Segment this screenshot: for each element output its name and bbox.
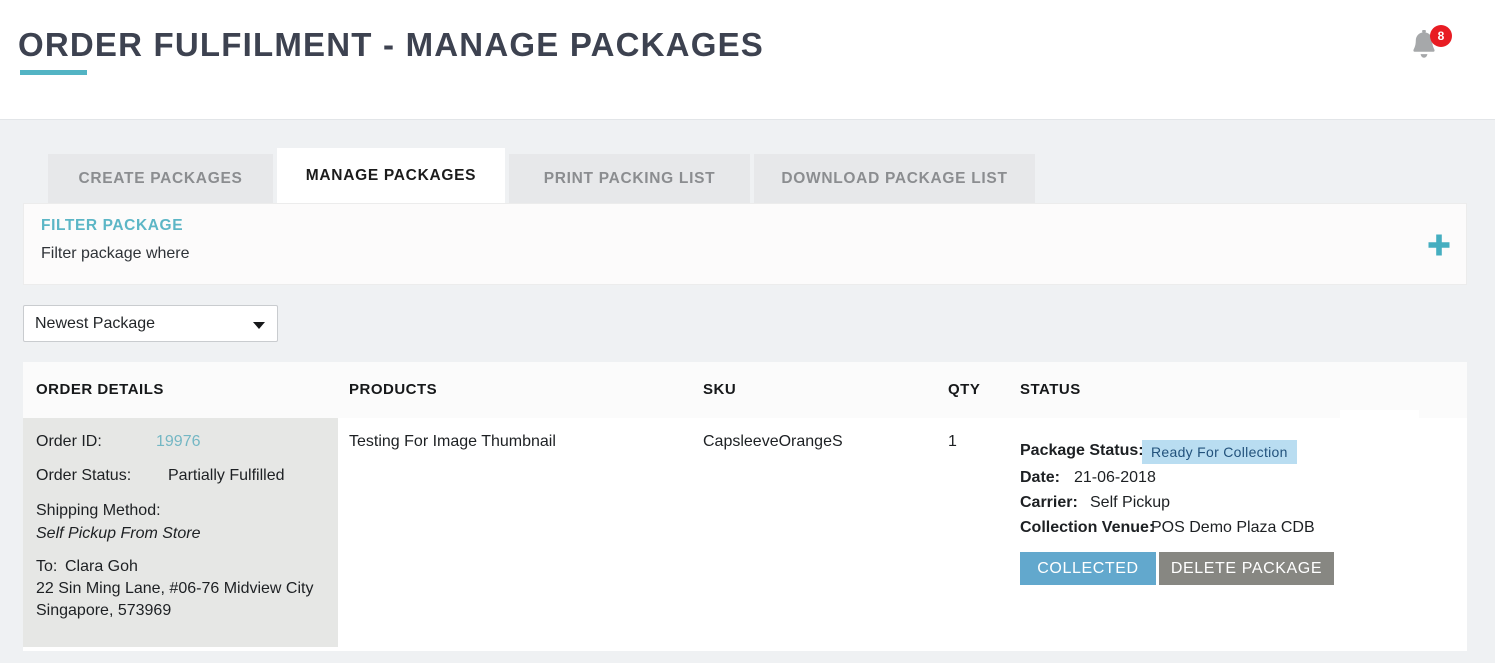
column-header-products: Products [349,381,438,398]
column-header-status: Status [1020,381,1081,398]
product-name: Testing For Image Thumbnail [349,433,556,450]
recipient-label: To: [36,558,58,575]
status-badge: Ready For Collection [1142,440,1297,464]
page-header: Order Fulfilment - Manage Packages 8 [0,0,1495,120]
order-details-cell: Order ID: 19976 Order Status: Partially … [23,418,338,647]
recipient-address-line-2: Singapore, 573969 [36,602,172,619]
product-qty: 1 [948,433,957,450]
collected-button[interactable]: Collected [1020,552,1156,585]
table-row: Order ID: 19976 Order Status: Partially … [23,418,1467,651]
order-id-link[interactable]: 19976 [156,433,201,451]
packages-table: Order Details Products SKU Qty Status Or… [23,362,1467,651]
page-title: Order Fulfilment - Manage Packages [18,26,764,63]
delete-package-button[interactable]: Delete Package [1159,552,1334,585]
table-header-row: Order Details Products SKU Qty Status [23,362,1467,418]
chevron-down-icon [253,322,265,329]
package-carrier-value: Self Pickup [1090,494,1171,511]
tab-download-package-list[interactable]: Download Package List [754,154,1035,203]
column-header-order-details: Order Details [36,381,164,398]
plus-icon[interactable] [1424,230,1454,260]
sort-order-select[interactable]: Newest Package [23,305,278,342]
shipping-method-label: Shipping Method: [36,502,161,519]
order-status-label: Order Status: [36,467,132,484]
column-header-qty: Qty [948,381,981,398]
tab-print-packing-list[interactable]: Print Packing List [509,154,750,203]
sort-order-value: Newest Package [35,315,156,332]
tab-manage-packages[interactable]: Manage Packages [277,148,505,203]
package-date-label: Date: [1020,469,1061,486]
order-status-value: Partially Fulfilled [168,467,285,484]
collection-venue-label: Collection Venue: [1020,519,1155,536]
order-id-label: Order ID: [36,433,102,450]
title-underline-accent [20,70,87,75]
package-carrier-label: Carrier: [1020,494,1078,511]
filter-package-title: Filter Package [41,217,184,234]
package-date-value: 21-06-2018 [1074,469,1156,486]
filter-package-subtitle: Filter package where [41,245,190,262]
product-sku: CapsleeveOrangeS [703,433,843,450]
shipping-method-value: Self Pickup From Store [36,525,201,542]
recipient-address-line-1: 22 Sin Ming Lane, #06-76 Midview City [36,580,314,597]
tab-create-packages[interactable]: Create Packages [48,154,273,203]
notifications-button[interactable]: 8 [1409,25,1453,69]
filter-package-panel: Filter Package Filter package where [23,203,1467,285]
collection-venue-value: POS Demo Plaza CDB [1151,519,1315,536]
notification-count-badge: 8 [1430,25,1452,47]
package-status-label: Package Status: [1020,442,1144,459]
column-header-sku: SKU [703,381,737,398]
recipient-name: Clara Goh [65,558,138,575]
